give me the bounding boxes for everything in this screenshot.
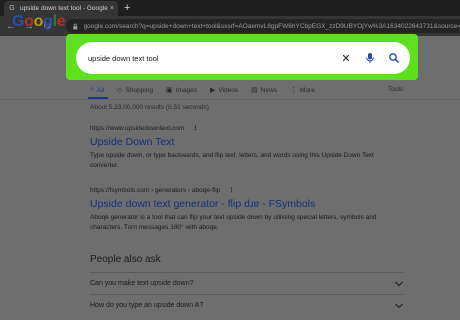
tab-label: Shopping	[125, 86, 154, 94]
chevron-down-icon	[395, 303, 403, 308]
paa-question-row[interactable]: Can you make text upside down?	[90, 272, 404, 294]
tab-shopping[interactable]: ◇ Shopping	[117, 86, 154, 95]
tab-images[interactable]: ▣ Images	[166, 86, 197, 95]
more-options-icon[interactable]: ⋮	[228, 187, 235, 194]
paa-question-row[interactable]: How do you type an upside down A?	[90, 294, 404, 316]
result-title[interactable]: Upside down text generator - flip dɹɐ - …	[90, 198, 315, 210]
tab-label: More	[300, 86, 315, 94]
images-icon: ▣	[166, 87, 173, 94]
browser-toolbar: ← → ↻ google.com/search?q=upside+down+te…	[0, 16, 460, 36]
people-also-ask-heading: People also ask	[90, 254, 161, 265]
result-stats: About 5,23,00,000 results (0.51 seconds)	[90, 104, 209, 111]
tab-label: News	[260, 86, 278, 94]
tab-close-icon[interactable]: ×	[110, 5, 114, 12]
search-tabs: ⌕ All ◇ Shopping ▣ Images ▶ Videos ▤ New…	[90, 84, 328, 96]
more-options-icon[interactable]: ⋮	[192, 125, 199, 132]
search-query-text[interactable]: upside down text tool	[88, 54, 338, 63]
more-icon: ⋮	[290, 87, 298, 94]
tab-news[interactable]: ▤ News	[251, 86, 278, 95]
browser-tab-strip: G upside down text tool - Google S × +	[0, 0, 460, 16]
tab-label: Videos	[218, 86, 239, 94]
result-url[interactable]: https://fsymbols.com › generators › aboq…	[90, 186, 235, 194]
paa-question: How do you type an upside down A?	[90, 302, 204, 309]
lock-icon	[73, 23, 78, 29]
tab-more[interactable]: ⋮ More	[290, 86, 315, 95]
logo-letter: o	[24, 13, 34, 30]
videos-icon: ▶	[209, 87, 216, 94]
tab-label: Images	[175, 86, 197, 94]
logo-letter: o	[33, 13, 44, 30]
tab-title: upside down text tool - Google S	[20, 5, 108, 12]
result-snippet: Type upside down, or type backwards, and…	[90, 152, 374, 169]
tab-videos[interactable]: ▶ Videos	[209, 86, 239, 95]
logo-letter: e	[56, 13, 66, 30]
result-title[interactable]: Upside Down Text	[90, 136, 174, 148]
tabs-divider	[0, 99, 460, 100]
logo-letter: G	[12, 13, 25, 30]
result-cite: https://fsymbols.com › generators › aboq…	[90, 187, 221, 194]
clear-icon[interactable]: ✕	[338, 52, 354, 65]
search-icon[interactable]	[388, 52, 400, 64]
url-text: google.com/search?q=upside+down+text+too…	[83, 22, 460, 30]
new-tab-button[interactable]: +	[124, 1, 130, 15]
tools-button[interactable]: Tools	[388, 84, 403, 96]
logo-letter: g	[43, 13, 53, 30]
search-icon: ⌕	[90, 86, 94, 93]
paa-question: Can you make text upside down?	[90, 280, 194, 287]
google-logo[interactable]: Google	[12, 13, 66, 31]
tab-all[interactable]: ⌕ All	[90, 86, 104, 94]
chevron-down-icon	[395, 281, 403, 286]
result-url[interactable]: https://www.upsidedowntext.com ⋮	[90, 124, 199, 132]
tab-label: All	[96, 86, 105, 94]
shopping-icon: ◇	[117, 87, 123, 94]
address-bar[interactable]: google.com/search?q=upside+down+text+too…	[66, 19, 460, 33]
microphone-icon[interactable]	[364, 52, 376, 64]
result-cite: https://www.upsidedowntext.com	[90, 125, 185, 132]
news-icon: ▤	[251, 87, 258, 94]
result-snippet: Aboqe generator is a tool that can flip …	[90, 214, 377, 231]
google-favicon-icon: G	[9, 4, 15, 12]
search-input[interactable]: upside down text tool ✕	[76, 42, 410, 74]
